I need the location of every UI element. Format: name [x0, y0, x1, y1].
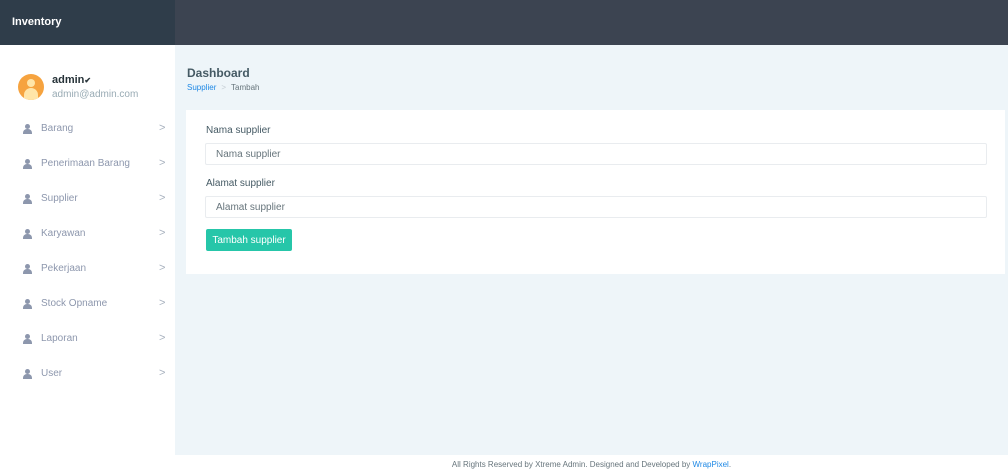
- alamat-supplier-label: Alamat supplier: [206, 178, 275, 189]
- user-icon: [22, 334, 34, 344]
- user-email: admin@admin.com: [52, 89, 139, 100]
- sidebar-item-penerimaan-barang[interactable]: Penerimaan Barang >: [0, 155, 175, 175]
- sidebar-item-label: Barang: [41, 123, 74, 134]
- footer-link-wrappixel[interactable]: WrapPixel: [693, 460, 729, 469]
- nama-supplier-label: Nama supplier: [206, 125, 271, 136]
- user-icon: [22, 264, 34, 274]
- tambah-supplier-button[interactable]: Tambah supplier: [206, 229, 292, 251]
- nama-supplier-input[interactable]: [205, 143, 987, 165]
- chevron-right-icon: >: [159, 157, 166, 169]
- breadcrumb: Supplier > Tambah: [187, 83, 260, 92]
- sidebar-item-supplier[interactable]: Supplier >: [0, 190, 175, 210]
- user-icon: [22, 194, 34, 204]
- chevron-right-icon: >: [159, 192, 166, 204]
- user-profile[interactable]: admin✔ admin@admin.com: [18, 72, 168, 102]
- sidebar-item-label: User: [41, 368, 63, 379]
- sidebar-item-user[interactable]: User >: [0, 365, 175, 385]
- chevron-right-icon: >: [159, 332, 166, 344]
- footer-period: .: [728, 460, 732, 469]
- avatar: [18, 74, 44, 100]
- user-icon: [22, 159, 34, 169]
- user-icon: [22, 124, 34, 134]
- sidebar-item-pekerjaan[interactable]: Pekerjaan >: [0, 260, 175, 280]
- footer-text: All Rights Reserved by Xtreme Admin. Des…: [451, 460, 691, 469]
- breadcrumb-separator: >: [221, 83, 227, 92]
- alamat-supplier-input[interactable]: [205, 196, 987, 218]
- chevron-right-icon: >: [159, 122, 166, 134]
- sidebar-item-label: Supplier: [41, 193, 78, 204]
- sidebar-item-label: Stock Opname: [41, 298, 108, 309]
- sidebar-item-label: Laporan: [41, 333, 78, 344]
- chevron-right-icon: >: [159, 227, 166, 239]
- sidebar-item-label: Penerimaan Barang: [41, 158, 130, 169]
- chevron-right-icon: >: [159, 367, 166, 379]
- sidebar-item-laporan[interactable]: Laporan >: [0, 330, 175, 350]
- chevron-right-icon: >: [159, 297, 166, 309]
- sidebar-item-karyawan[interactable]: Karyawan >: [0, 225, 175, 245]
- sidebar-item-label: Karyawan: [41, 228, 86, 239]
- chevron-right-icon: >: [159, 262, 166, 274]
- user-icon: [22, 229, 34, 239]
- user-name[interactable]: admin✔: [52, 74, 91, 86]
- sidebar-item-label: Pekerjaan: [41, 263, 87, 274]
- brand-logo[interactable]: Inventory: [0, 0, 175, 45]
- breadcrumb-link-supplier[interactable]: Supplier: [187, 83, 216, 92]
- footer: All Rights Reserved by Xtreme Admin. Des…: [175, 455, 1008, 474]
- supplier-form-card: Nama supplier Alamat supplier Tambah sup…: [186, 110, 1005, 274]
- chevron-down-icon[interactable]: ✔: [84, 76, 91, 85]
- user-icon: [22, 299, 34, 309]
- sidebar-item-stock-opname[interactable]: Stock Opname >: [0, 295, 175, 315]
- sidebar-item-barang[interactable]: Barang >: [0, 120, 175, 140]
- breadcrumb-current: Tambah: [231, 83, 260, 92]
- user-icon: [22, 369, 34, 379]
- page-title: Dashboard: [187, 66, 250, 80]
- sidebar: admin✔ admin@admin.com Barang > Penerima…: [0, 45, 175, 474]
